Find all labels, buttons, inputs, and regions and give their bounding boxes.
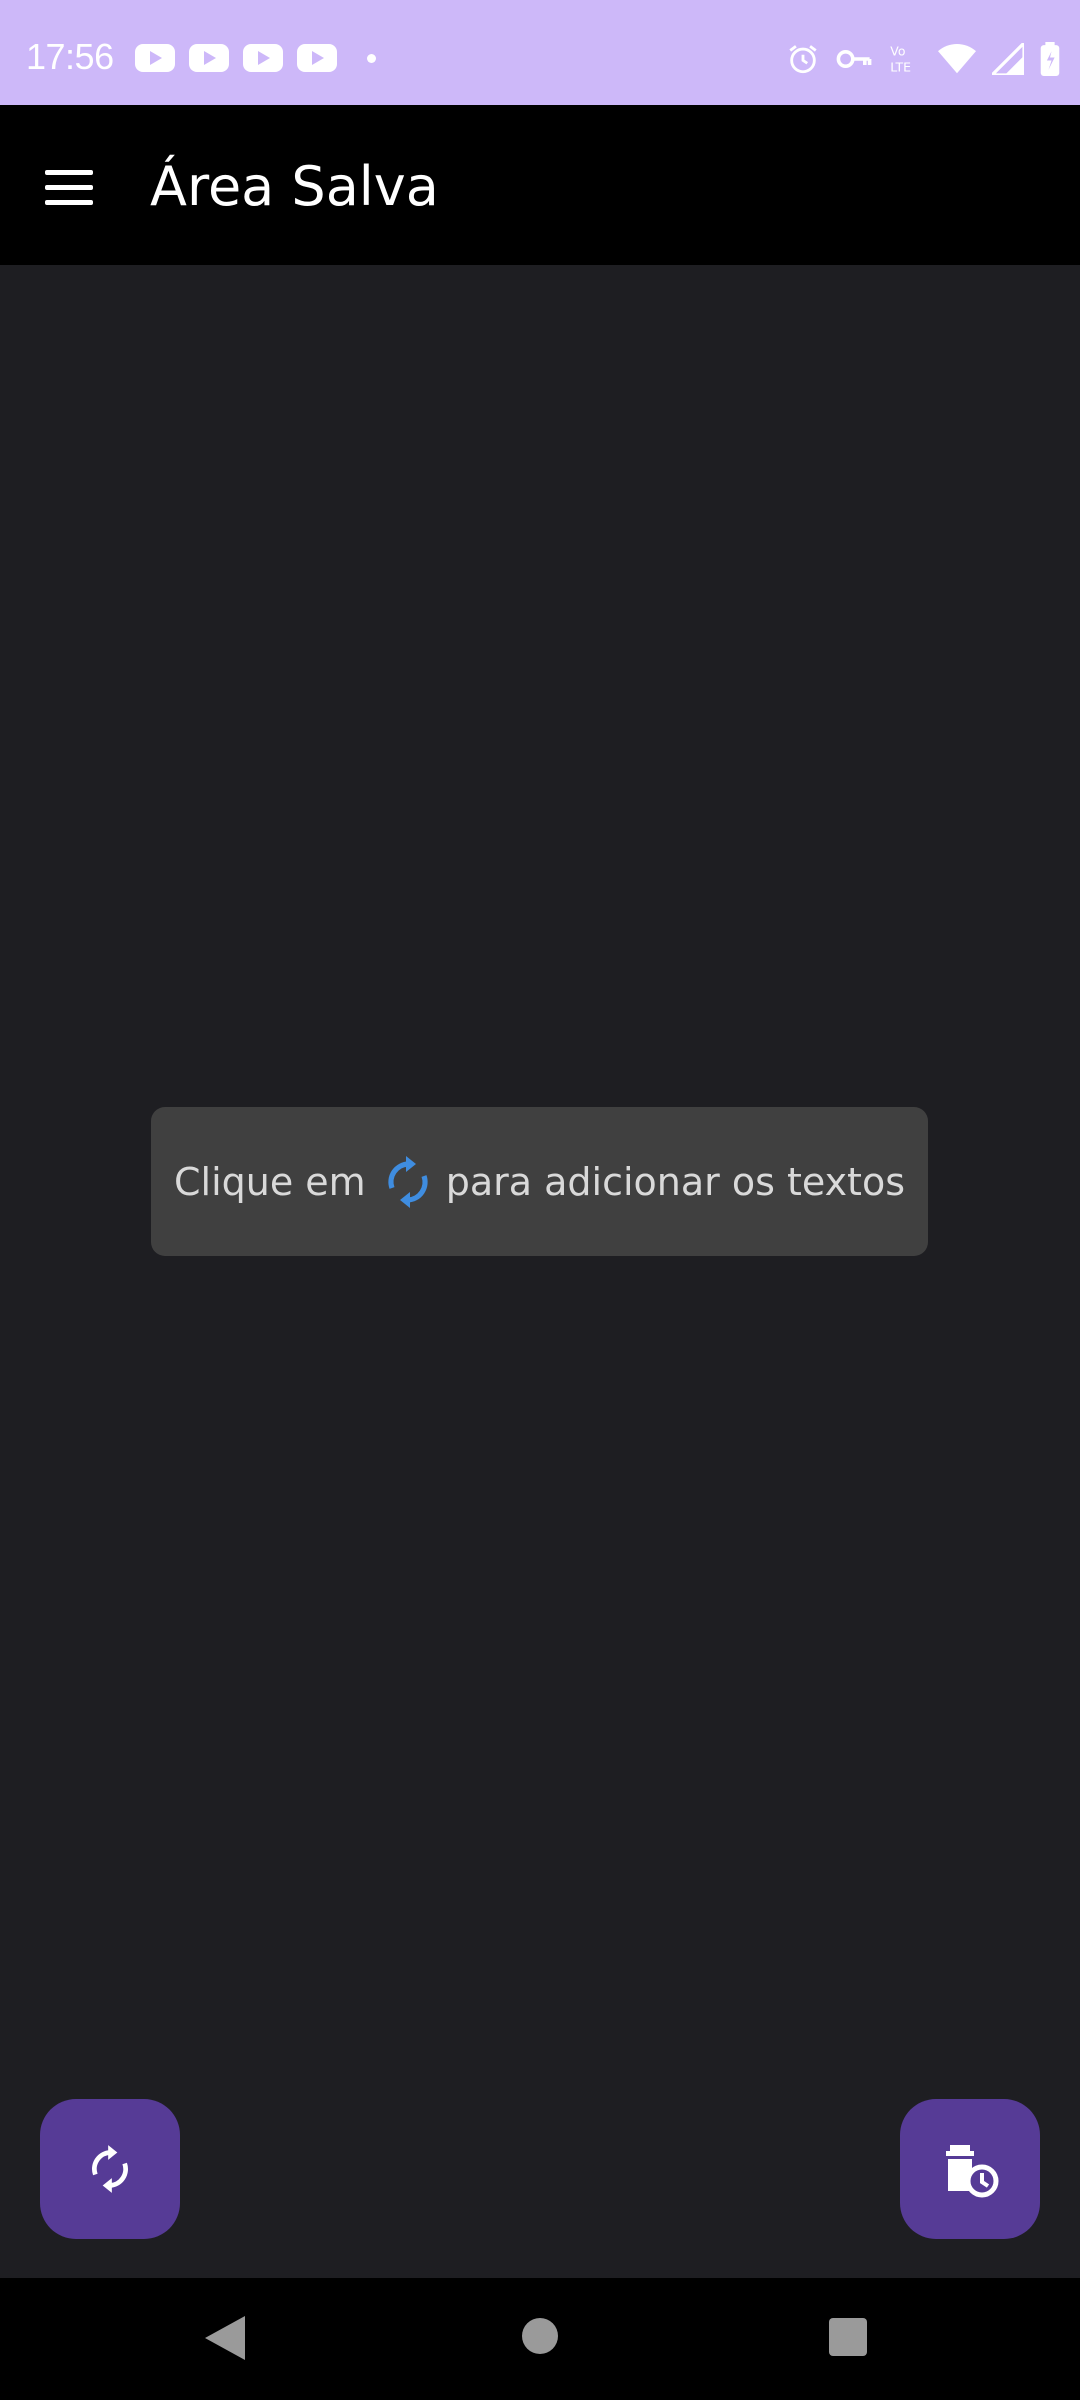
youtube-icon <box>297 44 337 72</box>
status-bar: 17:56 Vo LTE <box>0 0 1080 105</box>
system-nav-bar <box>0 2278 1080 2400</box>
volte-lte-text: LTE <box>890 59 911 74</box>
hint-text-after: para adicionar os textos <box>445 1159 906 1204</box>
vpn-key-icon <box>836 50 872 68</box>
empty-state-hint: Clique em para adicionar os textos <box>151 1107 928 1256</box>
volte-icon: Vo LTE <box>890 44 911 75</box>
menu-line <box>45 184 93 190</box>
home-icon[interactable] <box>522 2318 558 2354</box>
app-bar: Área Salva <box>0 105 1080 265</box>
youtube-icon <box>243 44 283 72</box>
recents-icon[interactable] <box>829 2318 867 2356</box>
wifi-icon <box>938 43 976 74</box>
youtube-icon <box>135 44 175 72</box>
hamburger-menu-icon[interactable] <box>36 157 102 217</box>
refresh-button[interactable] <box>40 2099 180 2239</box>
volte-vo-text: Vo <box>890 44 905 59</box>
more-notifications-dot <box>367 53 376 63</box>
menu-line <box>45 169 93 175</box>
hint-text-before: Clique em <box>173 1159 366 1204</box>
clipboard-delete-clock-icon <box>946 2145 999 2198</box>
saved-area-content <box>0 265 1080 2278</box>
youtube-icon <box>189 44 229 72</box>
system-icons: Vo LTE <box>786 42 1060 76</box>
clear-history-button[interactable] <box>900 2099 1040 2239</box>
refresh-icon <box>92 2145 128 2193</box>
page-title: Área Salva <box>150 155 439 218</box>
alarm-icon <box>789 45 817 74</box>
notification-icons <box>135 44 376 72</box>
back-icon[interactable] <box>205 2316 245 2360</box>
status-time: 17:56 <box>26 36 114 77</box>
battery-icon <box>1040 42 1060 76</box>
refresh-icon <box>388 1155 428 1208</box>
signal-icon <box>992 43 1024 75</box>
menu-line <box>45 199 93 205</box>
